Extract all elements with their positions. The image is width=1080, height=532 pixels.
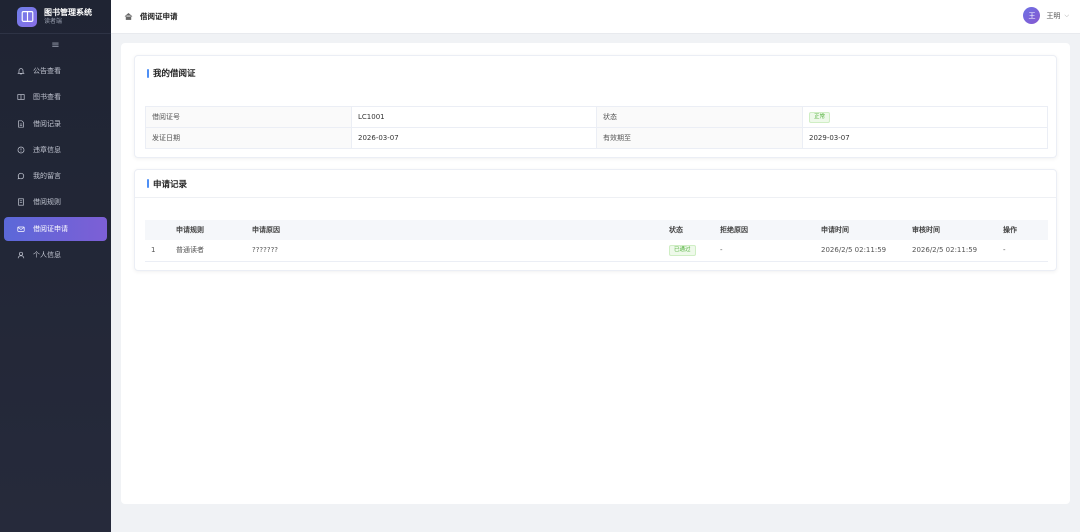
- application-records: 申请记录 申请规则 申请原因 状态 拒绝原因 申请时间 审核时间 操作 1 普通…: [134, 169, 1057, 271]
- col-review-time: 审核时间: [906, 220, 997, 240]
- desc-value: 2029-03-07: [802, 127, 1048, 149]
- desc-row: 借阅证号 LC1001 状态 正常: [145, 106, 1048, 128]
- book-logo-icon: [17, 6, 37, 27]
- sidebar-item-label: 个人信息: [33, 251, 61, 260]
- card-title: 申请记录: [135, 170, 1056, 198]
- sidebar-item-rules[interactable]: 借阅规则: [4, 190, 107, 214]
- card-title-text: 申请记录: [153, 179, 188, 190]
- sidebar-item-messages[interactable]: 我的留言: [4, 164, 107, 188]
- document-icon: [16, 119, 26, 129]
- cell-apply-time: 2026/2/5 02:11:59: [815, 240, 906, 262]
- title-accent-bar: [147, 179, 149, 188]
- cell-reject-reason: -: [714, 240, 815, 262]
- desc-label: 状态: [596, 106, 803, 128]
- main-panel: 我的借阅证 借阅证号 LC1001 状态 正常 发证日期 2026-03-07 …: [121, 43, 1070, 504]
- menu-collapse-icon[interactable]: ≡: [0, 34, 111, 56]
- app-subtitle: 读者端: [44, 17, 63, 25]
- desc-label: 借阅证号: [145, 106, 352, 128]
- book-icon: [16, 92, 26, 102]
- user-name[interactable]: 王明: [1046, 11, 1060, 21]
- sidebar: 图书管理系统 读者端 ≡ 公告查看 图书查看 借阅记录 违章信息 我的留言 借阅…: [0, 0, 111, 532]
- status-badge: 正常: [809, 111, 831, 123]
- notebook-icon: [16, 197, 26, 207]
- sidebar-item-label: 违章信息: [33, 145, 61, 154]
- avatar[interactable]: 王: [1023, 7, 1041, 24]
- desc-value: LC1001: [351, 106, 597, 128]
- breadcrumb: 借阅证申请: [111, 11, 178, 22]
- table-header: 申请规则 申请原因 状态 拒绝原因 申请时间 审核时间 操作: [145, 220, 1048, 240]
- sidebar-item-profile[interactable]: 个人信息: [4, 243, 107, 267]
- top-header: 借阅证申请 王 王明 ⌵: [111, 0, 1080, 34]
- card-icon: [16, 224, 26, 234]
- chat-icon: [16, 171, 26, 181]
- col-apply-time: 申请时间: [815, 220, 906, 240]
- chevron-down-icon[interactable]: ⌵: [1064, 12, 1069, 20]
- sidebar-item-violations[interactable]: 违章信息: [4, 138, 107, 162]
- sidebar-item-label: 我的留言: [33, 172, 61, 181]
- col-index: [145, 220, 170, 240]
- sidebar-item-label: 图书查看: [33, 93, 61, 102]
- desc-label: 有效期至: [596, 127, 803, 149]
- cell-rule: 普通读者: [170, 240, 246, 262]
- sidebar-item-label: 借阅规则: [33, 198, 61, 207]
- sidebar-item-label: 借阅证申请: [33, 224, 68, 233]
- col-status: 状态: [663, 220, 714, 240]
- cell-review-time: 2026/2/5 02:11:59: [906, 240, 997, 262]
- cell-status: 已通过: [663, 240, 714, 262]
- desc-label: 发证日期: [145, 127, 352, 149]
- app-title: 图书管理系统: [44, 7, 92, 17]
- status-badge: 已通过: [669, 244, 696, 256]
- desc-value: 2026-03-07: [351, 127, 597, 149]
- cell-actions: -: [997, 240, 1048, 262]
- desc-row: 发证日期 2026-03-07 有效期至 2029-03-07: [145, 127, 1048, 149]
- bell-icon: [16, 66, 26, 76]
- sidebar-item-label: 借阅记录: [33, 119, 61, 128]
- card-descriptions: 借阅证号 LC1001 状态 正常 发证日期 2026-03-07 有效期至 2…: [145, 106, 1048, 149]
- breadcrumb-current: 借阅证申请: [140, 12, 178, 21]
- home-icon[interactable]: [124, 12, 133, 21]
- card-title-text: 我的借阅证: [153, 69, 196, 79]
- records-table: 申请规则 申请原因 状态 拒绝原因 申请时间 审核时间 操作 1 普通读者 ??…: [145, 220, 1048, 262]
- desc-value: 正常: [802, 106, 1048, 128]
- sidebar-item-borrow-records[interactable]: 借阅记录: [4, 112, 107, 136]
- title-accent-bar: [147, 68, 149, 78]
- sidebar-item-label: 公告查看: [33, 67, 61, 75]
- col-actions: 操作: [997, 220, 1048, 240]
- sidebar-menu: 公告查看 图书查看 借阅记录 违章信息 我的留言 借阅规则 借阅证申请 个人信息: [0, 56, 111, 267]
- info-circle-icon: [16, 145, 26, 155]
- cell-reason: ???????: [246, 240, 663, 262]
- col-reject-reason: 拒绝原因: [714, 220, 815, 240]
- sidebar-item-card-application[interactable]: 借阅证申请: [4, 216, 107, 241]
- card-title: 我的借阅证: [135, 56, 1056, 90]
- col-reason: 申请原因: [246, 220, 663, 240]
- sidebar-item-books[interactable]: 图书查看: [4, 85, 107, 109]
- brand: 图书管理系统 读者端: [0, 0, 111, 34]
- user-menu[interactable]: 王 王明 ⌵: [1023, 7, 1069, 24]
- user-icon: [16, 250, 26, 260]
- col-rule: 申请规则: [170, 220, 246, 240]
- cell-index: 1: [145, 240, 170, 262]
- library-card-info: 我的借阅证 借阅证号 LC1001 状态 正常 发证日期 2026-03-07 …: [134, 55, 1057, 158]
- sidebar-item-announcements[interactable]: 公告查看: [4, 59, 107, 83]
- table-row: 1 普通读者 ??????? 已通过 - 2026/2/5 02:11:59 2…: [145, 240, 1048, 262]
